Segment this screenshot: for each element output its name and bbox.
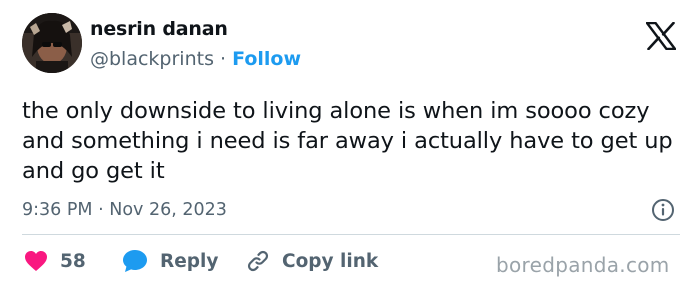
tweet-time[interactable]: 9:36 PM bbox=[22, 200, 93, 220]
copy-link-label: Copy link bbox=[282, 250, 379, 272]
speech-bubble-icon bbox=[123, 250, 147, 272]
user-handle[interactable]: @blackprints bbox=[90, 48, 214, 70]
avatar[interactable] bbox=[22, 13, 82, 73]
info-icon[interactable] bbox=[651, 198, 675, 222]
reply-button[interactable]: Reply bbox=[122, 248, 218, 274]
link-icon bbox=[247, 250, 269, 272]
tweet-text: the only downside to living alone is whe… bbox=[22, 98, 673, 184]
follow-button[interactable]: Follow bbox=[232, 48, 301, 70]
watermark: boredpanda.com bbox=[496, 253, 670, 277]
like-count: 58 bbox=[60, 250, 86, 272]
like-button[interactable]: 58 bbox=[24, 248, 86, 274]
handle-row: @blackprints · Follow bbox=[90, 48, 301, 70]
separator-dot: · bbox=[220, 48, 227, 70]
display-name[interactable]: nesrin danan bbox=[90, 18, 228, 40]
divider bbox=[22, 234, 680, 235]
tweet-date[interactable]: Nov 26, 2023 bbox=[109, 200, 227, 220]
x-logo-icon[interactable] bbox=[645, 21, 677, 51]
separator-dot: · bbox=[98, 200, 104, 220]
timestamp[interactable]: 9:36 PM · Nov 26, 2023 bbox=[22, 200, 227, 220]
copy-link-button[interactable]: Copy link bbox=[246, 248, 378, 274]
heart-icon bbox=[25, 251, 47, 271]
reply-label: Reply bbox=[160, 250, 219, 272]
